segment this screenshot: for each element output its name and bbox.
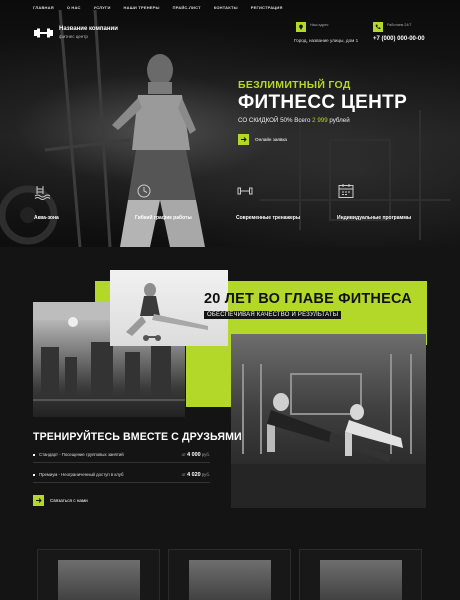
price-row-premium: Премиум - Неограниченный доступ в клуб о… xyxy=(33,469,210,483)
price-row-standard: Стандарт - Посещение групповых занятий о… xyxy=(33,449,210,463)
about-title: 20 ЛЕТ ВО ГЛАВЕ ФИТНЕСА xyxy=(204,291,412,307)
address-label: Наш адрес xyxy=(310,23,329,27)
hero-title: ФИТНЕСС ЦЕНТР xyxy=(238,92,408,113)
trainer-photo xyxy=(189,560,271,600)
hero-desc-suffix: рублей xyxy=(329,117,350,124)
feature-label: Аква-зона xyxy=(34,215,59,221)
nav-about[interactable]: О НАС xyxy=(67,5,81,10)
top-navigation: ГЛАВНАЯ О НАС УСЛУГИ НАШИ ТРЕНЕРЫ ПРАЙС-… xyxy=(33,5,283,10)
dumbbell-icon xyxy=(237,187,253,195)
nav-contacts[interactable]: КОНТАКТЫ xyxy=(214,5,238,10)
pool-icon xyxy=(34,186,51,200)
feature-equipment: Современные тренажеры xyxy=(236,182,326,221)
phone-number[interactable]: +7 (000) 000-00-00 xyxy=(373,36,425,42)
trainer-card-3[interactable] xyxy=(299,549,422,600)
price-value: 4 000 xyxy=(187,452,201,458)
company-tagline: фитнес центр xyxy=(59,34,88,39)
feature-label: Индивидуальные программы xyxy=(337,215,412,221)
dumbbell-logo-icon xyxy=(34,28,53,37)
nav-services[interactable]: УСЛУГИ xyxy=(94,5,111,10)
nav-pricelist[interactable]: ПРАЙС-ЛИСТ xyxy=(173,5,201,10)
location-icon xyxy=(296,22,306,32)
price-prefix: от xyxy=(181,452,186,457)
address-block: Наш адрес xyxy=(296,22,328,32)
price-name: Стандарт - Посещение групповых занятий xyxy=(39,452,124,457)
clock-icon xyxy=(137,184,151,198)
hero-desc-prefix: СО СКИДКОЙ 50% Всего xyxy=(238,117,311,124)
hours-label: Работаем 24/7 xyxy=(387,23,412,27)
trainer-photo xyxy=(58,560,140,600)
trainer-card-2[interactable] xyxy=(168,549,291,600)
hero-tagline: БЕЗЛИМИТНЫЙ ГОД xyxy=(238,79,351,91)
stretching-woman-photo xyxy=(110,270,228,346)
price-value: 4 020 xyxy=(187,472,201,478)
feature-schedule: Гибкий график работы xyxy=(135,182,225,221)
phone-block: Работаем 24/7 xyxy=(373,22,411,32)
phone-icon xyxy=(373,22,383,32)
bullet-icon xyxy=(33,453,35,456)
price-unit: руб. xyxy=(201,452,210,457)
nav-registration[interactable]: РЕГИСТРАЦИЯ xyxy=(251,5,283,10)
training-title: ТРЕНИРУЙТЕСЬ ВМЕСТЕ С ДРУЗЬЯМИ xyxy=(33,431,242,443)
address-text: Город, название улицы, дом 1 xyxy=(294,38,359,43)
hero-desc-price: 2 999 xyxy=(312,117,328,124)
hero-description: СО СКИДКОЙ 50% Всего 2 999 рублей xyxy=(238,117,350,124)
calendar-icon xyxy=(338,184,354,198)
nav-home[interactable]: ГЛАВНАЯ xyxy=(33,5,54,10)
online-request-button[interactable]: Онлайн заявка xyxy=(238,134,287,145)
feature-label: Современные тренажеры xyxy=(236,215,301,221)
arrow-right-icon xyxy=(33,495,44,506)
contact-us-label: Связаться с нами xyxy=(50,498,88,503)
feature-aqua: Аква-зона xyxy=(34,182,124,221)
about-subtitle: ОБЕСПЕЧИВАЯ КАЧЕСТВО И РЕЗУЛЬТАТЫ xyxy=(204,311,342,319)
arrow-right-icon xyxy=(238,134,249,145)
price-name: Премиум - Неограниченный доступ в клуб xyxy=(39,472,124,477)
accent-band-lower xyxy=(186,345,231,407)
company-name: Название компании xyxy=(59,26,118,32)
couple-pushups-photo xyxy=(231,334,426,508)
bullet-icon xyxy=(33,473,35,476)
hero-section: ГЛАВНАЯ О НАС УСЛУГИ НАШИ ТРЕНЕРЫ ПРАЙС-… xyxy=(0,0,460,247)
price-prefix: от xyxy=(181,472,186,477)
feature-label: Гибкий график работы xyxy=(135,215,192,221)
nav-trainers[interactable]: НАШИ ТРЕНЕРЫ xyxy=(124,5,160,10)
trainer-photo xyxy=(320,560,402,600)
price-unit: руб. xyxy=(201,472,210,477)
brand[interactable]: Название компании фитнес центр xyxy=(34,26,118,39)
online-request-label: Онлайн заявка xyxy=(255,137,287,142)
trainer-card-1[interactable] xyxy=(37,549,160,600)
contact-us-button[interactable]: Связаться с нами xyxy=(33,495,88,506)
feature-programs: Индивидуальные программы xyxy=(337,182,427,221)
